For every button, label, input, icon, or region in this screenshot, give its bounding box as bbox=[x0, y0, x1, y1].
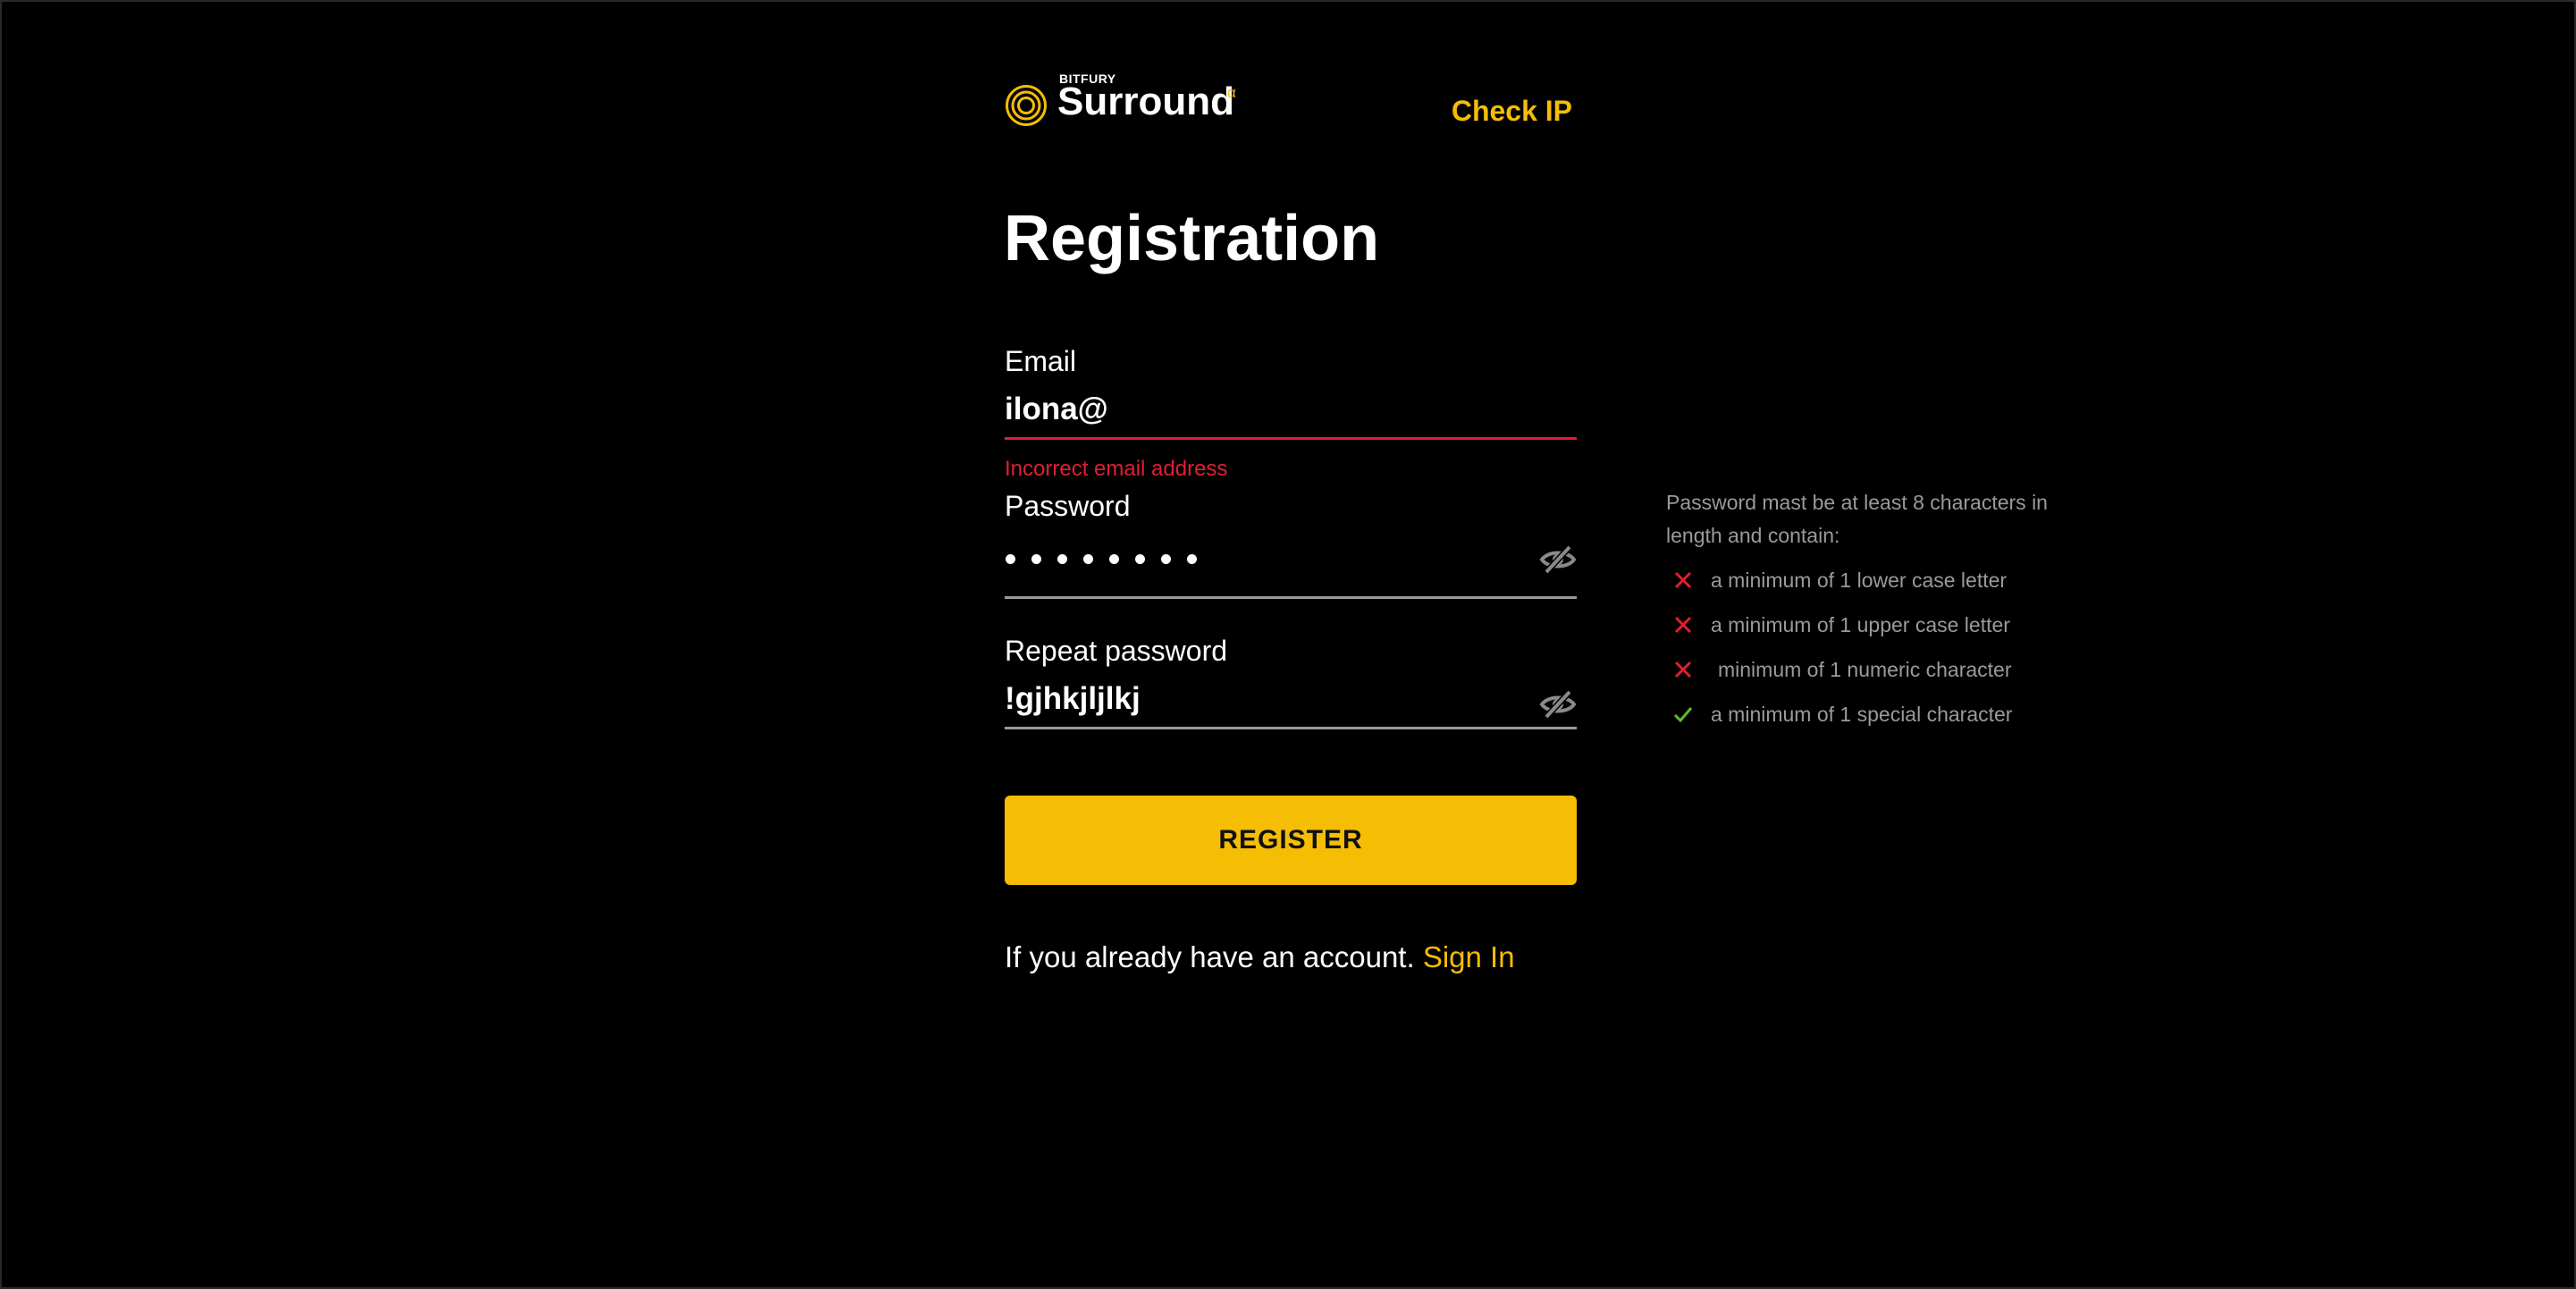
requirement-text: minimum of 1 numeric character bbox=[1718, 658, 2012, 681]
cross-icon bbox=[1674, 616, 1692, 634]
eye-off-icon[interactable] bbox=[1539, 543, 1577, 576]
requirements-list: a minimum of 1 lower case letter a minimu… bbox=[1666, 570, 2095, 749]
requirement-text: a minimum of 1 special character bbox=[1711, 703, 2013, 726]
requirement-item: minimum of 1 numeric character bbox=[1666, 660, 2095, 704]
email-field[interactable] bbox=[1005, 388, 1577, 440]
cross-icon bbox=[1674, 571, 1692, 589]
password-mask-dot bbox=[1135, 554, 1145, 564]
password-field[interactable] bbox=[1005, 536, 1577, 599]
password-mask-dot bbox=[1083, 554, 1093, 564]
concentric-rings-icon bbox=[1006, 85, 1047, 126]
check-ip-link[interactable]: Check IP bbox=[1452, 95, 1572, 128]
password-mask-dot bbox=[1109, 554, 1119, 564]
repeat-password-field[interactable] bbox=[1005, 678, 1577, 729]
requirement-text: a minimum of 1 upper case letter bbox=[1711, 613, 2010, 636]
brand-name: Surround bbox=[1057, 80, 1234, 123]
password-mask-dot bbox=[1057, 554, 1067, 564]
check-icon bbox=[1673, 707, 1693, 723]
password-label: Password bbox=[1005, 490, 1131, 522]
brand-logo: BITFURY Surround α bbox=[1005, 72, 1264, 134]
password-mask-dot bbox=[1161, 554, 1171, 564]
app-window: BITFURY Surround α Check IP Registration… bbox=[0, 0, 2576, 1289]
password-mask-dot bbox=[1031, 554, 1041, 564]
alpha-badge: α bbox=[1227, 84, 1236, 101]
password-mask-dot bbox=[1187, 554, 1197, 564]
password-requirements: Password mast be at least 8 characters i… bbox=[1666, 486, 2095, 749]
register-button[interactable]: REGISTER bbox=[1005, 796, 1577, 885]
eye-off-icon[interactable] bbox=[1539, 688, 1577, 720]
password-mask-dot bbox=[1006, 554, 1015, 564]
email-label: Email bbox=[1005, 345, 1077, 377]
requirement-item: a minimum of 1 upper case letter bbox=[1666, 615, 2095, 660]
requirement-text: a minimum of 1 lower case letter bbox=[1711, 569, 2008, 592]
email-error-message: Incorrect email address bbox=[1005, 457, 1228, 481]
requirement-item: a minimum of 1 lower case letter bbox=[1666, 570, 2095, 615]
requirement-item: a minimum of 1 special character bbox=[1666, 704, 2095, 749]
page-title: Registration bbox=[1004, 203, 1380, 274]
signin-prompt: If you already have an account. Sign In bbox=[1005, 940, 1515, 974]
requirements-intro: Password mast be at least 8 characters i… bbox=[1666, 491, 2048, 547]
repeat-password-label: Repeat password bbox=[1005, 635, 1228, 667]
sign-in-link[interactable]: Sign In bbox=[1423, 940, 1515, 973]
signin-prompt-text: If you already have an account. bbox=[1005, 940, 1415, 973]
cross-icon bbox=[1674, 661, 1692, 678]
